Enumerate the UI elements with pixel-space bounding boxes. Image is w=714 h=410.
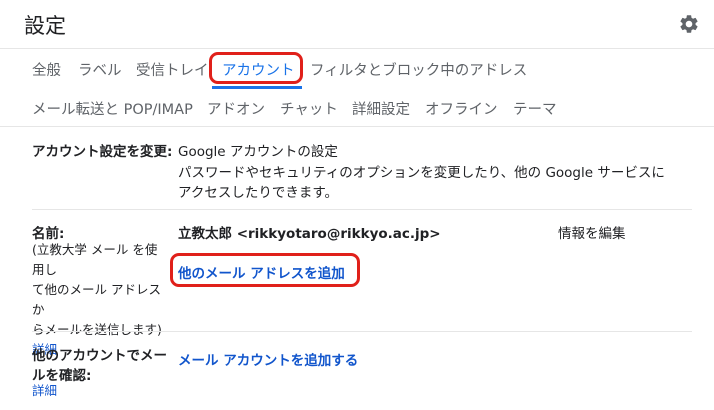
tab-themes[interactable]: テーマ: [513, 98, 557, 119]
edit-info-link[interactable]: 情報を編集: [558, 222, 626, 242]
name-hint: (立教大学 メール を使用し て他のメール アドレスか らメールを送信します) …: [32, 240, 167, 360]
tab-filters[interactable]: フィルタとブロック中のアドレス: [310, 59, 527, 80]
title-bar: 設定: [0, 0, 714, 49]
page-title: 設定: [24, 14, 66, 38]
name-hint-line: らメールを送信します): [32, 322, 162, 337]
name-label: 名前:: [32, 226, 65, 242]
tab-chat[interactable]: チャット: [280, 98, 338, 119]
active-tab-indicator: [212, 86, 302, 89]
check-mail-detail-link[interactable]: 詳細: [32, 381, 167, 401]
account-settings-label: アカウント設定を変更:: [32, 144, 173, 160]
name-hint-line: て他のメール アドレスか: [32, 282, 161, 317]
account-settings-desc-2: アクセスしたりできます。: [178, 185, 338, 201]
tabs-row-1: 全般 ラベル 受信トレイ アカウント フィルタとブロック中のアドレス: [0, 51, 714, 89]
gear-icon[interactable]: [678, 13, 700, 35]
tabs-row-2: メール転送と POP/IMAP アドオン チャット 詳細設定 オフライン テーマ: [0, 90, 714, 127]
tab-offline[interactable]: オフライン: [425, 98, 498, 119]
tab-labels[interactable]: ラベル: [78, 59, 122, 80]
section-divider: [32, 209, 692, 210]
tab-general[interactable]: 全般: [32, 59, 61, 80]
section-divider: [32, 331, 692, 332]
tab-addons[interactable]: アドオン: [207, 98, 265, 119]
add-mail-account-link[interactable]: メール アカウントを追加する: [178, 349, 358, 369]
tab-inbox[interactable]: 受信トレイ: [136, 59, 209, 80]
name-hint-line: (立教大学 メール を使用し: [32, 242, 158, 277]
tab-advanced[interactable]: 詳細設定: [352, 98, 410, 119]
add-other-address-link[interactable]: 他のメール アドレスを追加: [178, 262, 345, 282]
name-value: 立教太郎 <rikkyotaro@rikkyo.ac.jp>: [178, 226, 441, 242]
tab-accounts[interactable]: アカウント: [222, 59, 295, 80]
google-account-settings-link[interactable]: Google アカウントの設定: [178, 140, 338, 160]
check-mail-label-1: 他のアカウントでメー: [32, 348, 167, 364]
account-settings-desc-1: パスワードやセキュリティのオプションを変更したり、他の Google サービスに: [178, 165, 665, 181]
tab-forwarding[interactable]: メール転送と POP/IMAP: [32, 98, 193, 119]
